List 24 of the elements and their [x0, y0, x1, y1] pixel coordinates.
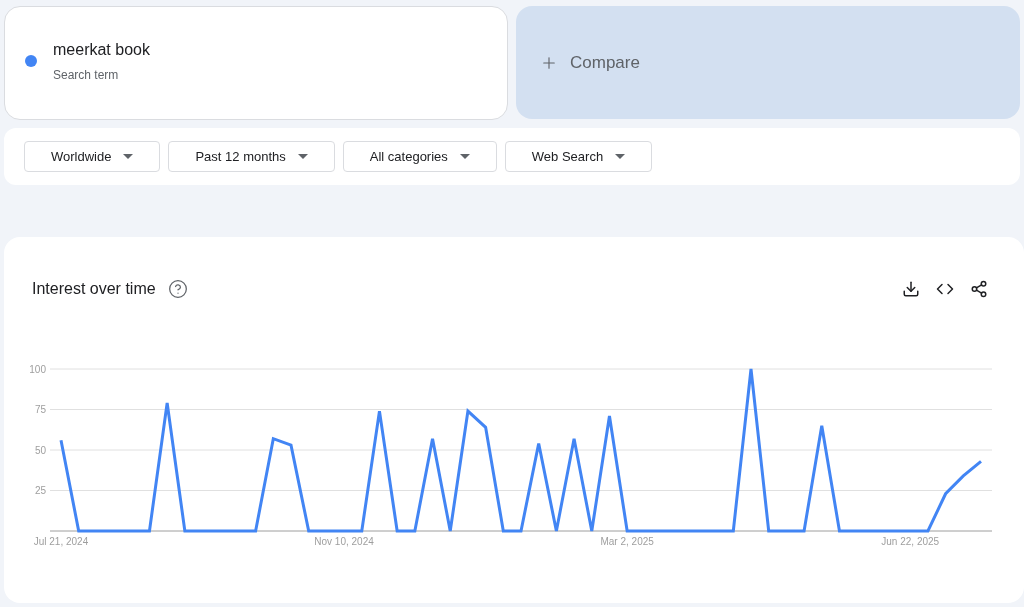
filter-dropdown[interactable]: All categories: [342, 141, 497, 172]
filter-dropdown[interactable]: Worldwide: [24, 141, 161, 172]
dropdown-arrow-icon: [297, 154, 308, 159]
chart-title: Interest over time: [32, 279, 156, 299]
x-axis-label: Nov 10, 2024: [314, 536, 374, 547]
x-axis-label: Jul 21, 2024: [33, 536, 89, 547]
x-axis-label: Jun 22, 2025: [881, 536, 940, 547]
y-axis-label: 50: [34, 444, 46, 456]
x-axis-label: Mar 2, 2025: [600, 536, 654, 547]
filter-dropdown[interactable]: Past 12 months: [168, 141, 335, 172]
search-term-caption: Search term: [53, 67, 120, 84]
download-icon[interactable]: [902, 280, 920, 298]
search-term: meerkat book: [53, 40, 150, 60]
help-icon[interactable]: [167, 279, 188, 299]
y-axis-label: 100: [29, 363, 46, 375]
dropdown-arrow-icon: [459, 154, 470, 159]
y-axis-label: 25: [34, 485, 46, 496]
y-axis-label: 75: [34, 404, 46, 415]
dropdown-arrow-icon: [123, 154, 134, 159]
search-term-card[interactable]: meerkat book Search term: [4, 6, 508, 120]
compare-button[interactable]: Compare: [516, 6, 1020, 119]
share-icon[interactable]: [970, 280, 988, 298]
filter-dropdown[interactable]: Web Search: [504, 141, 653, 172]
dropdown-arrow-icon: [615, 154, 626, 159]
